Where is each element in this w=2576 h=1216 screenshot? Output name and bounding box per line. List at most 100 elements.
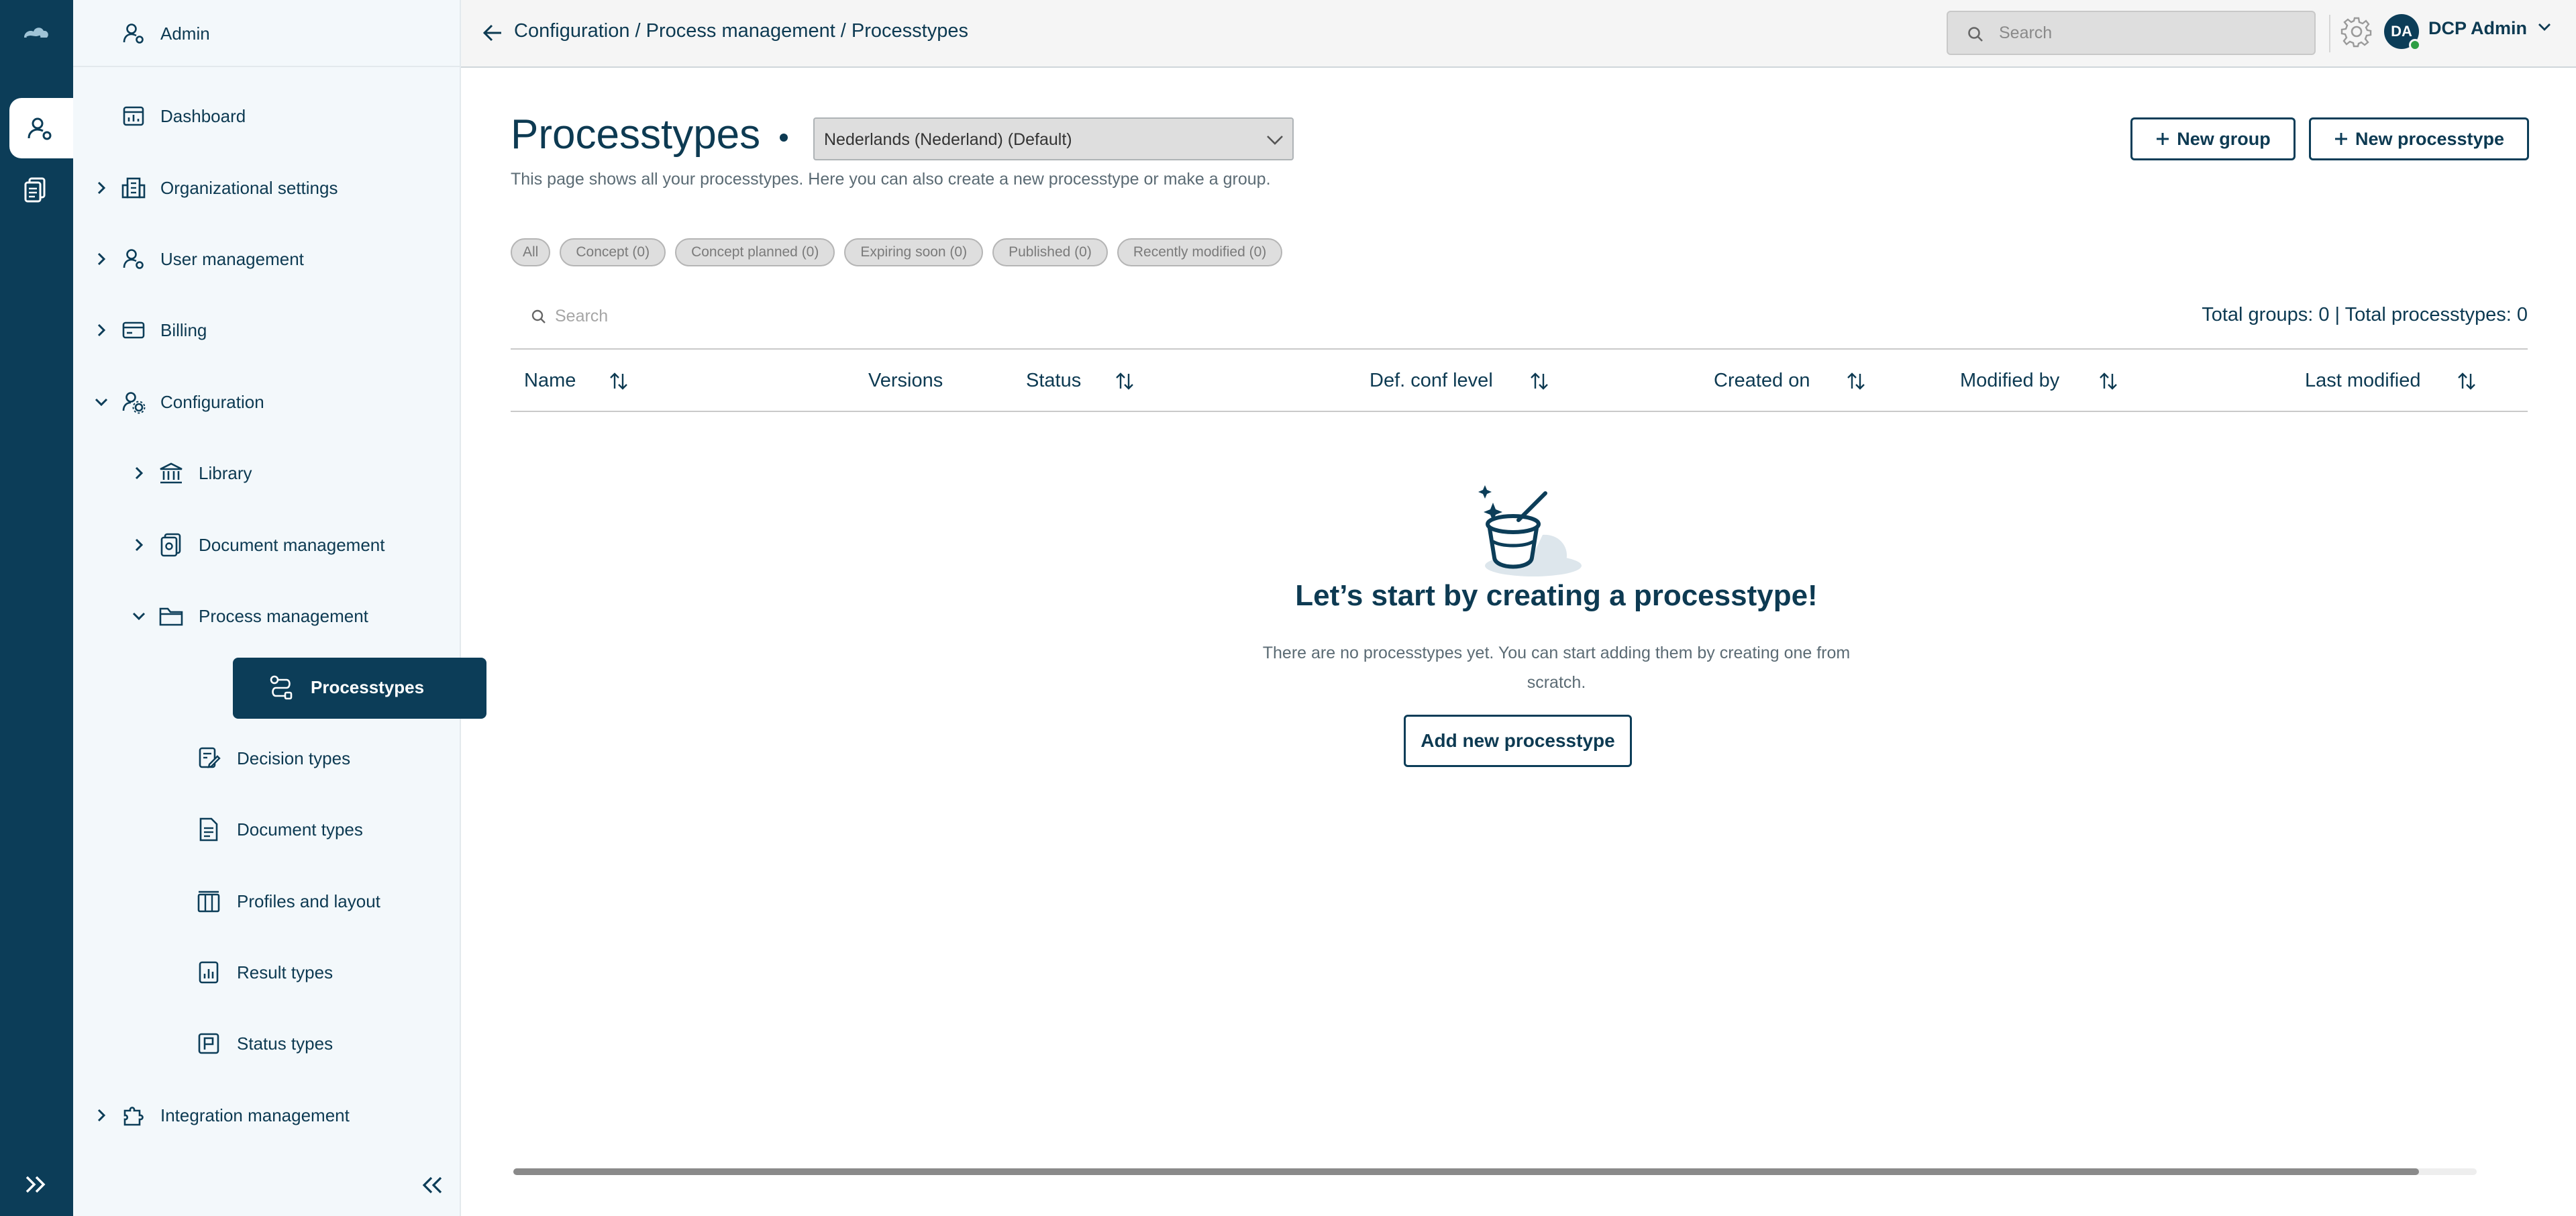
plus-icon: [2334, 133, 2347, 145]
language-select[interactable]: Nederlands (Nederland) (Default): [813, 117, 1294, 160]
sidebar-item-decision-types[interactable]: Decision types: [73, 740, 449, 777]
sidebar-item-label: User management: [160, 248, 304, 269]
user-admin-icon: [28, 117, 52, 140]
process-flow-icon: [268, 674, 295, 705]
puzzle-icon: [120, 1102, 147, 1129]
global-search-input[interactable]: [1998, 19, 2293, 47]
chevron-right-icon: [93, 180, 109, 196]
column-header-def-conf-level[interactable]: Def. conf level: [1370, 370, 1493, 392]
add-new-processtype-button[interactable]: Add new processtype: [1404, 715, 1632, 767]
column-header-status[interactable]: Status: [1026, 370, 1081, 392]
user-gear-icon: [120, 389, 147, 415]
column-header-versions: Versions: [868, 370, 943, 391]
divider: [2329, 15, 2330, 52]
sidebar-item-label: Integration management: [160, 1105, 350, 1125]
sidebar-item-label: Profiles and layout: [237, 891, 380, 911]
avatar[interactable]: DA: [2384, 14, 2421, 51]
filter-chip-recently-modified[interactable]: Recently modified (0): [1117, 238, 1283, 266]
filter-chip-published[interactable]: Published (0): [992, 238, 1108, 266]
sidebar-item-library[interactable]: Library: [73, 454, 449, 492]
main-content: Processtypes Nederlands (Nederland) (Def…: [461, 68, 2576, 1216]
breadcrumb[interactable]: Configuration / Process management / Pro…: [514, 20, 968, 42]
sort-icon[interactable]: [609, 371, 629, 395]
chevron-right-icon: [131, 465, 147, 481]
sidebar-item-billing[interactable]: Billing: [73, 311, 449, 349]
scrollbar-thumb[interactable]: [513, 1168, 2419, 1175]
credit-card-icon: [120, 317, 147, 344]
filter-chip-all[interactable]: All: [511, 238, 551, 266]
page-description: This page shows all your processtypes. H…: [511, 170, 1271, 189]
sort-icon[interactable]: [1529, 371, 1549, 395]
filter-chip-expiring-soon[interactable]: Expiring soon (0): [844, 238, 984, 266]
sidebar-item-processtypes[interactable]: Processtypes: [233, 658, 486, 719]
chevron-right-icon: [93, 1107, 109, 1123]
column-header-created-on[interactable]: Created on: [1714, 370, 1810, 392]
language-select-value: Nederlands (Nederland) (Default): [824, 130, 1072, 149]
column-header-modified-by[interactable]: Modified by: [1960, 370, 2059, 392]
sidebar-item-label: Document types: [237, 819, 363, 840]
collapse-sidebar-icon[interactable]: [421, 1175, 445, 1199]
expand-rail-icon[interactable]: [24, 1174, 50, 1198]
sidebar-item-integration-management[interactable]: Integration management: [73, 1097, 449, 1134]
filter-chip-concept[interactable]: Concept (0): [560, 238, 666, 266]
user-name[interactable]: DCP Admin: [2428, 18, 2527, 39]
avatar-initials: DA: [2391, 23, 2412, 40]
sidebar-item-label: Dashboard: [160, 105, 246, 126]
sidebar-item-label: Result types: [237, 962, 333, 982]
sidebar-item-user-management[interactable]: User management: [73, 240, 449, 278]
new-processtype-button[interactable]: New processtype: [2309, 117, 2529, 160]
table-search-input[interactable]: [554, 302, 1023, 330]
sort-icon[interactable]: [1846, 371, 1866, 395]
documents-icon[interactable]: [23, 176, 50, 207]
decision-document-icon: [195, 745, 222, 772]
chevron-down-icon: [93, 394, 109, 410]
gear-icon[interactable]: [2340, 15, 2373, 52]
sidebar-item-status-types[interactable]: Status types: [73, 1025, 449, 1062]
sidebar-item-label: Processtypes: [311, 677, 425, 697]
sidebar-item-document-types[interactable]: Document types: [73, 811, 449, 848]
sidebar-item-dashboard[interactable]: Dashboard: [73, 97, 449, 135]
sidebar-item-label: Status types: [237, 1033, 333, 1054]
chevron-right-icon: [131, 537, 147, 553]
dashboard-icon: [120, 103, 147, 130]
sidebar-item-result-types[interactable]: Result types: [73, 954, 449, 991]
sidebar-item-label: Document management: [199, 534, 385, 555]
back-arrow-icon[interactable]: [482, 23, 503, 46]
new-processtype-label: New processtype: [2355, 128, 2505, 149]
top-bar: Configuration / Process management / Pro…: [461, 0, 2576, 68]
admin-tab[interactable]: [9, 98, 73, 158]
online-status-dot: [2409, 39, 2421, 51]
sidebar-item-configuration[interactable]: Configuration: [73, 383, 449, 421]
sort-icon[interactable]: [2457, 371, 2477, 395]
sort-icon[interactable]: [1115, 371, 1135, 395]
app-logo-icon[interactable]: [20, 20, 52, 50]
sidebar-item-label: Organizational settings: [160, 177, 338, 198]
sidebar-item-process-management[interactable]: Process management: [73, 597, 449, 635]
global-search[interactable]: [1947, 11, 2316, 55]
filter-chip-concept-planned[interactable]: Concept planned (0): [675, 238, 835, 266]
document-gear-icon: [158, 531, 185, 558]
sidebar-item-profiles-and-layout[interactable]: Profiles and layout: [73, 882, 449, 920]
page-title: Processtypes: [511, 111, 761, 158]
sort-icon[interactable]: [2098, 371, 2118, 395]
empty-state-text: There are no processtypes yet. You can s…: [1262, 644, 1851, 692]
chevron-right-icon: [93, 322, 109, 338]
flag-box-icon: [195, 1030, 222, 1057]
sidebar-item-label: Decision types: [237, 748, 351, 768]
new-group-button[interactable]: New group: [2130, 117, 2296, 160]
column-header-last-modified[interactable]: Last modified: [2305, 370, 2421, 392]
sidebar: Admin Dashboard Organizational settings …: [73, 0, 486, 1216]
sidebar-item-label: Process management: [199, 605, 368, 626]
table-search[interactable]: [511, 293, 1047, 340]
chevron-down-icon[interactable]: [2537, 21, 2552, 36]
sidebar-item-organizational-settings[interactable]: Organizational settings: [73, 169, 449, 207]
bar-report-icon: [195, 959, 222, 986]
document-icon: [195, 816, 222, 843]
empty-state-title: Let’s start by creating a processtype!: [1295, 579, 1818, 612]
new-group-label: New group: [2177, 128, 2271, 149]
chevron-down-icon: [131, 608, 147, 624]
sidebar-item-document-management[interactable]: Document management: [73, 526, 449, 564]
totals-summary: Total groups: 0 | Total processtypes: 0: [2202, 304, 2528, 325]
column-header-name[interactable]: Name: [524, 370, 576, 392]
horizontal-scrollbar[interactable]: [513, 1168, 2477, 1175]
